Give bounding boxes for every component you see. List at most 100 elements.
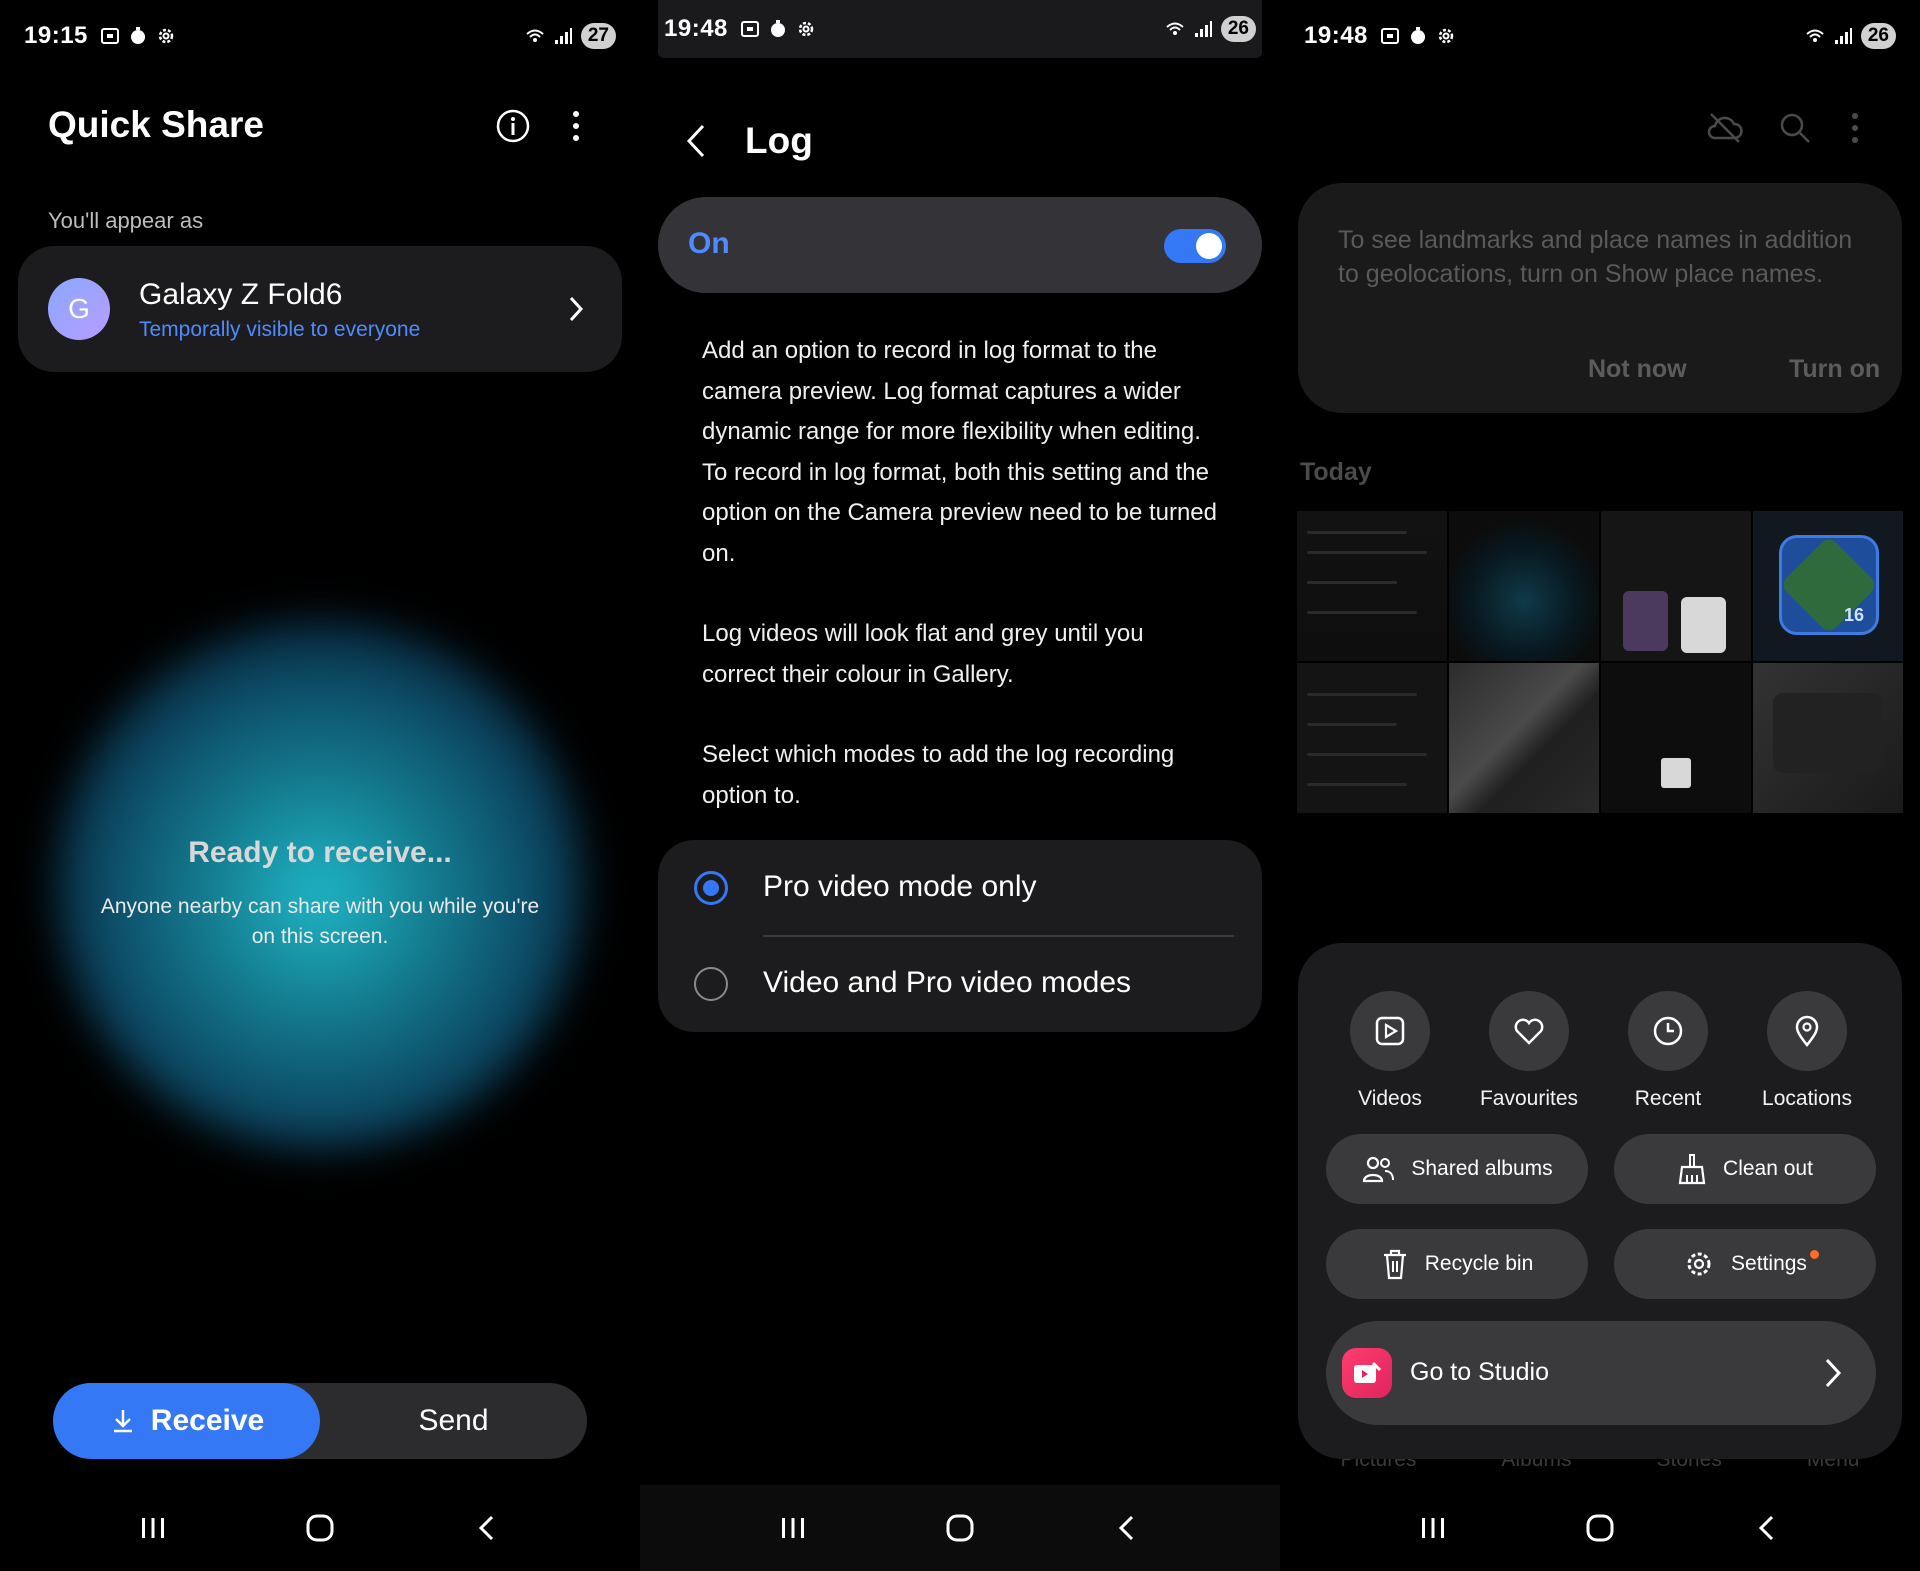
photo-grid: 16 (1297, 511, 1903, 813)
gear-icon (1687, 1252, 1711, 1276)
visibility-status: Temporally visible to everyone (139, 318, 421, 341)
photo-thumbnail[interactable] (1753, 663, 1903, 813)
more-vert-icon[interactable] (566, 108, 586, 144)
device-card[interactable]: G Galaxy Z Fold6 Temporally visible to e… (18, 246, 622, 372)
receive-glow (55, 620, 585, 1150)
clean-out-button[interactable]: Clean out (1614, 1134, 1876, 1204)
status-time: 19:48 (1304, 22, 1368, 49)
wifi-icon (1166, 22, 1184, 35)
mode-options: Pro video mode only Video and Pro video … (658, 840, 1262, 1032)
go-to-studio-button[interactable]: Go to Studio (1326, 1321, 1876, 1425)
cloud-off-icon[interactable] (1705, 108, 1745, 148)
page-title: Log (745, 120, 813, 161)
photo-thumbnail[interactable] (1601, 663, 1751, 813)
shortcut-label: Favourites (1479, 1087, 1579, 1110)
photo-thumbnail[interactable] (1449, 663, 1599, 813)
tip-text: To see landmarks and place names in addi… (1338, 226, 1853, 288)
status-time: 19:15 (24, 22, 88, 49)
studio-label: Go to Studio (1410, 1358, 1549, 1386)
back-arrow-icon[interactable] (684, 122, 708, 160)
locations-shortcut[interactable]: Locations (1747, 991, 1867, 1111)
screenshot-icon (1380, 28, 1399, 44)
battery-level: 26 (1220, 16, 1256, 42)
receive-button[interactable]: Receive (53, 1383, 320, 1459)
trash-icon (1383, 1249, 1406, 1280)
photo-thumbnail[interactable]: 16 (1753, 511, 1903, 661)
photo-thumbnail[interactable] (1601, 511, 1751, 661)
shared-albums-button[interactable]: Shared albums (1326, 1134, 1588, 1204)
recent-apps-button[interactable] (1413, 1508, 1453, 1548)
back-button[interactable] (1107, 1508, 1147, 1548)
back-icon (1758, 1515, 1773, 1541)
broom-icon (1678, 1154, 1706, 1185)
photo-thumbnail[interactable] (1449, 511, 1599, 661)
appear-as-label: You'll appear as (48, 208, 204, 233)
settings-button[interactable]: Settings (1614, 1229, 1876, 1299)
studio-icon (1342, 1348, 1392, 1398)
shortcut-label: Locations (1762, 1087, 1852, 1110)
send-button[interactable]: Send (320, 1383, 587, 1459)
photo-thumbnail[interactable] (1297, 511, 1447, 661)
nav-bar (1280, 1485, 1920, 1571)
option-pro-video-only[interactable]: Pro video mode only (658, 840, 1262, 937)
log-description: Add an option to record in log format to… (702, 337, 1218, 567)
option-video-and-pro[interactable]: Video and Pro video modes (658, 936, 1262, 1032)
device-name: Galaxy Z Fold6 (139, 278, 343, 311)
android-badge: 16 (1779, 535, 1879, 635)
recycle-bin-button[interactable]: Recycle bin (1326, 1229, 1588, 1299)
home-button[interactable] (1580, 1508, 1620, 1548)
clock-icon (1653, 1016, 1683, 1046)
wifi-icon (526, 29, 544, 42)
receive-send-toggle: Receive Send (53, 1383, 587, 1459)
status-bar: 19:48 26 (658, 0, 1262, 58)
radio-selected[interactable] (694, 871, 728, 905)
nav-bar (0, 1485, 640, 1571)
recent-apps-icon (142, 1518, 165, 1538)
chevron-right-icon (1825, 1358, 1842, 1388)
recent-apps-button[interactable] (133, 1508, 173, 1548)
videos-shortcut[interactable]: Videos (1330, 991, 1450, 1111)
home-button[interactable] (300, 1508, 340, 1548)
recent-apps-icon (1422, 1518, 1445, 1538)
signal-icon (1834, 28, 1852, 44)
back-icon (478, 1515, 493, 1541)
battery-level: 27 (580, 23, 616, 49)
search-icon[interactable] (1775, 108, 1815, 148)
timer-icon (1410, 27, 1425, 44)
recent-shortcut[interactable]: Recent (1608, 991, 1728, 1111)
log-colour-note: Log videos will look flat and grey until… (702, 620, 1144, 688)
gear-icon (1438, 28, 1454, 44)
not-now-button[interactable]: Not now (1588, 355, 1687, 384)
people-icon (1363, 1156, 1395, 1183)
video-icon (1375, 1016, 1405, 1046)
log-settings-screen: 19:48 26 Log On Add an option to record … (640, 0, 1280, 1571)
switch-label: On (688, 227, 730, 260)
option-label: Pro video mode only (763, 870, 1037, 903)
date-header: Today (1300, 458, 1372, 486)
nav-bar (640, 1485, 1280, 1571)
home-button[interactable] (940, 1508, 980, 1548)
radio-unselected[interactable] (694, 967, 728, 1001)
gallery-menu-screen: 19:48 26 To see landmarks and place name… (1280, 0, 1920, 1571)
status-bar: 19:15 27 (0, 0, 640, 72)
avatar: G (48, 278, 110, 340)
download-icon (113, 1410, 132, 1433)
menu-sheet: Videos Favourites Recent Locations Share… (1298, 943, 1902, 1459)
log-toggle[interactable] (1164, 229, 1226, 263)
back-button[interactable] (1747, 1508, 1787, 1548)
screenshot-icon (740, 21, 759, 37)
turn-on-button[interactable]: Turn on (1789, 355, 1880, 384)
status-bar: 19:48 26 (1280, 0, 1920, 72)
info-icon[interactable] (495, 108, 531, 144)
log-master-switch[interactable]: On (658, 197, 1262, 293)
home-icon (1586, 1514, 1614, 1542)
ready-subtitle: Anyone nearby can share with you while y… (100, 895, 540, 948)
more-vert-icon[interactable] (1845, 108, 1865, 148)
signal-icon (1194, 21, 1212, 37)
photo-thumbnail[interactable] (1297, 663, 1447, 813)
recent-apps-button[interactable] (773, 1508, 813, 1548)
wifi-icon (1806, 29, 1824, 42)
favourites-shortcut[interactable]: Favourites (1469, 991, 1589, 1111)
back-button[interactable] (467, 1508, 507, 1548)
home-icon (306, 1514, 334, 1542)
